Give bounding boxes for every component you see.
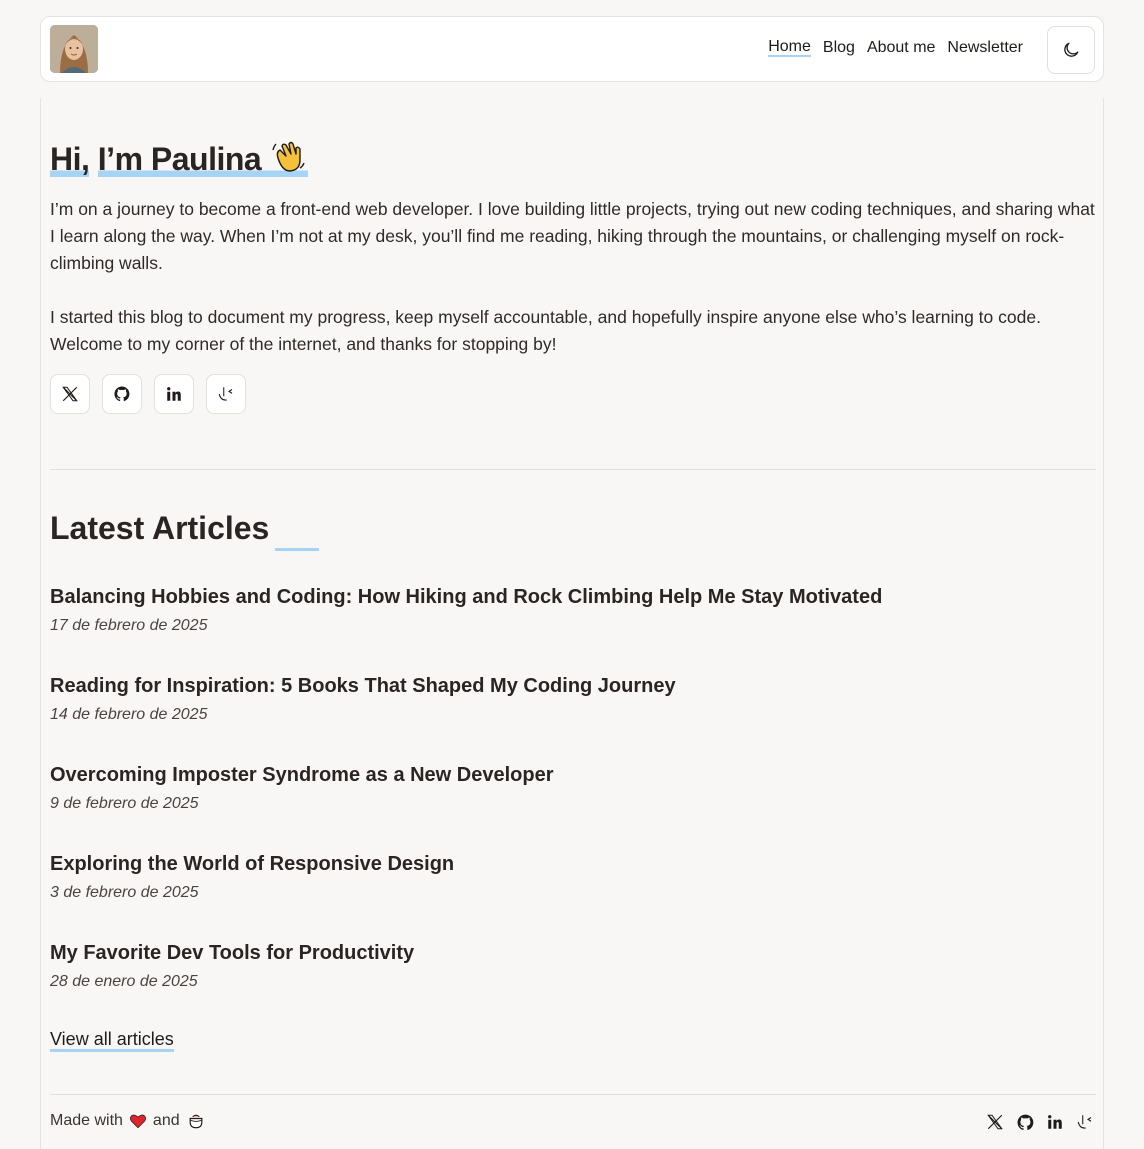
footer-github-link[interactable] [1015,1112,1035,1132]
article-date: 9 de febrero de 2025 [50,795,199,812]
article-list: Balancing Hobbies and Coding: How Hiking… [50,583,1090,1028]
intro-text: I’m on a journey to become a front-end w… [50,196,1100,358]
list-item: Balancing Hobbies and Coding: How Hiking… [50,583,1090,672]
frontend-mentor-link[interactable] [206,374,246,414]
moon-icon [1064,42,1079,57]
linkedin-icon [1048,1115,1062,1129]
x-link[interactable] [50,374,90,414]
frontend-mentor-icon [1077,1115,1092,1129]
made-with-text: Made with [50,1112,123,1129]
article-title[interactable]: Reading for Inspiration: 5 Books That Sh… [50,672,1090,700]
list-item: Exploring the World of Responsive Design… [50,850,1090,939]
footer-x-link[interactable] [985,1112,1005,1132]
avatar[interactable] [50,25,98,73]
list-item: My Favorite Dev Tools for Productivity 2… [50,939,1090,1028]
list-item: Reading for Inspiration: 5 Books That Sh… [50,672,1090,761]
view-all-articles-link[interactable]: View all articles [50,1029,174,1052]
article-title[interactable]: Balancing Hobbies and Coding: How Hiking… [50,583,1090,611]
article-title[interactable]: Overcoming Imposter Syndrome as a New De… [50,761,1090,789]
latest-articles-title-text: Latest Articles [50,510,270,546]
nav-home[interactable]: Home [768,39,811,57]
github-icon [1017,1114,1033,1130]
and-text: and [152,1112,180,1129]
nav-newsletter[interactable]: Newsletter [947,39,1023,57]
article-date: 14 de febrero de 2025 [50,706,208,723]
footer-social-links [985,1112,1095,1132]
social-links [50,374,246,414]
main-nav: Home Blog About me Newsletter [768,39,1023,57]
x-icon [62,386,78,402]
theme-toggle-button[interactable] [1047,26,1095,74]
hero-name-text: I’m Paulina [97,141,262,177]
title-underline [275,548,320,551]
article-title[interactable]: Exploring the World of Responsive Design [50,850,1090,878]
linkedin-link[interactable] [154,374,194,414]
hero-greeting: Hi, [50,141,90,177]
nav-blog[interactable]: Blog [823,39,855,57]
latest-articles-title: Latest Articles [50,510,320,551]
hero-title: Hi, I’m Paulina [50,138,308,178]
article-date: 28 de enero de 2025 [50,973,198,990]
article-date: 17 de febrero de 2025 [50,617,208,634]
article-date: 3 de febrero de 2025 [50,884,199,901]
x-icon [987,1114,1003,1130]
main-content: Hi, I’m Paulina I’m on a journey to beco… [40,98,1104,1149]
list-item: Overcoming Imposter Syndrome as a New De… [50,761,1090,850]
footer-credit: Made with and [50,1111,206,1131]
frontend-mentor-icon [218,387,233,401]
footer-frontend-mentor-link[interactable] [1075,1112,1095,1132]
footer-linkedin-link[interactable] [1045,1112,1065,1132]
footer-divider [50,1094,1096,1095]
hero-name: I’m Paulina [97,141,308,177]
github-icon [114,386,130,402]
linkedin-icon [167,387,181,401]
article-title[interactable]: My Favorite Dev Tools for Productivity [50,939,1090,967]
intro-paragraph: I started this blog to document my progr… [50,307,1041,354]
coffee-cup-icon [189,1114,203,1129]
site-header: Home Blog About me Newsletter [40,16,1104,82]
waving-hand-icon [271,141,305,172]
nav-about[interactable]: About me [867,39,935,57]
section-divider [50,469,1096,470]
github-link[interactable] [102,374,142,414]
heart-icon [129,1114,146,1129]
intro-paragraph: I’m on a journey to become a front-end w… [50,199,1095,273]
avatar-image [50,25,98,73]
